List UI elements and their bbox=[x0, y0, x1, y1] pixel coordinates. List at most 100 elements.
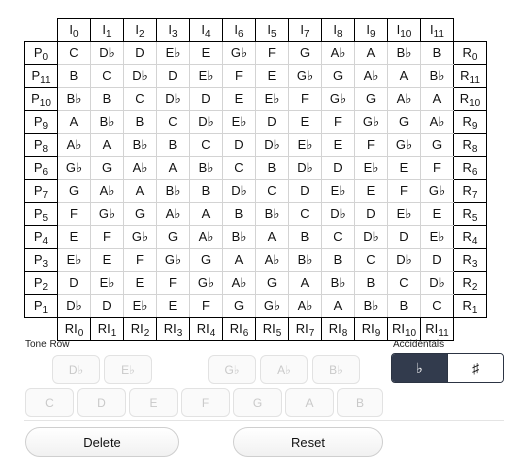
retrograde-label[interactable]: R10 bbox=[453, 87, 487, 111]
retrograde-label[interactable]: R9 bbox=[453, 110, 487, 134]
retrograde-label[interactable]: R5 bbox=[453, 202, 487, 226]
key-a[interactable]: A bbox=[285, 388, 334, 417]
inversion-label[interactable]: I1 bbox=[90, 18, 124, 42]
matrix-cell: B bbox=[387, 294, 421, 318]
key-b[interactable]: B bbox=[337, 388, 383, 417]
matrix-cell: G♭ bbox=[123, 225, 157, 249]
matrix-cell: F bbox=[255, 41, 289, 65]
matrix-cell: C bbox=[156, 110, 190, 134]
key-b-flat[interactable]: B♭ bbox=[312, 355, 360, 384]
retrograde-label[interactable]: R1 bbox=[453, 294, 487, 318]
inversion-label[interactable]: I2 bbox=[123, 18, 157, 42]
retrograde-label[interactable]: R8 bbox=[453, 133, 487, 157]
matrix-cell: E bbox=[222, 87, 256, 111]
matrix-cell: G♭ bbox=[354, 110, 388, 134]
matrix-cell: E bbox=[354, 179, 388, 203]
retrograde-inversion-label[interactable]: RI4 bbox=[189, 317, 223, 341]
flat-toggle-button[interactable]: ♭ bbox=[392, 354, 447, 382]
matrix-cell: D bbox=[123, 41, 157, 65]
matrix-cell: B♭ bbox=[288, 248, 322, 272]
matrix-cell: G♭ bbox=[420, 179, 454, 203]
retrograde-label[interactable]: R4 bbox=[453, 225, 487, 249]
inversion-label[interactable]: I11 bbox=[420, 18, 454, 42]
key-g-flat[interactable]: G♭ bbox=[208, 355, 256, 384]
prime-label[interactable]: P10 bbox=[24, 87, 58, 111]
matrix-cell: D♭ bbox=[90, 41, 124, 65]
prime-label[interactable]: P3 bbox=[24, 248, 58, 272]
matrix-cell: A bbox=[57, 110, 91, 134]
matrix-cell: B♭ bbox=[189, 156, 223, 180]
retrograde-inversion-label[interactable]: RI3 bbox=[156, 317, 190, 341]
retrograde-label[interactable]: R2 bbox=[453, 271, 487, 295]
prime-label[interactable]: P11 bbox=[24, 64, 58, 88]
retrograde-label[interactable]: R7 bbox=[453, 179, 487, 203]
matrix-cell: A bbox=[255, 225, 289, 249]
prime-label[interactable]: P0 bbox=[24, 41, 58, 65]
prime-label[interactable]: P5 bbox=[24, 202, 58, 226]
sharp-toggle-button[interactable]: ♯ bbox=[447, 354, 503, 382]
matrix-cell: E bbox=[255, 64, 289, 88]
prime-label[interactable]: P7 bbox=[24, 179, 58, 203]
key-g[interactable]: G bbox=[233, 388, 282, 417]
reset-button[interactable]: Reset bbox=[233, 427, 383, 457]
inversion-label[interactable]: I6 bbox=[222, 18, 256, 42]
key-f[interactable]: F bbox=[181, 388, 230, 417]
retrograde-label[interactable]: R3 bbox=[453, 248, 487, 272]
retrograde-inversion-label[interactable]: RI5 bbox=[255, 317, 289, 341]
matrix-cell: D bbox=[288, 179, 322, 203]
retrograde-inversion-label[interactable]: RI7 bbox=[288, 317, 322, 341]
inversion-label[interactable]: I9 bbox=[354, 18, 388, 42]
matrix-cell: E bbox=[420, 202, 454, 226]
retrograde-label[interactable]: R11 bbox=[453, 64, 487, 88]
prime-label[interactable]: P6 bbox=[24, 156, 58, 180]
matrix-cell: E bbox=[156, 294, 190, 318]
key-a-flat[interactable]: A♭ bbox=[260, 355, 308, 384]
inversion-label[interactable]: I8 bbox=[321, 18, 355, 42]
matrix-cell: G bbox=[57, 179, 91, 203]
matrix-cell: G bbox=[90, 156, 124, 180]
inversion-label[interactable]: I4 bbox=[189, 18, 223, 42]
prime-label[interactable]: P4 bbox=[24, 225, 58, 249]
prime-label[interactable]: P9 bbox=[24, 110, 58, 134]
retrograde-inversion-label[interactable]: RI8 bbox=[321, 317, 355, 341]
retrograde-label[interactable]: R6 bbox=[453, 156, 487, 180]
corner-blank bbox=[25, 318, 58, 341]
matrix-cell: G♭ bbox=[222, 41, 256, 65]
retrograde-inversion-label[interactable]: RI6 bbox=[222, 317, 256, 341]
matrix-cell: E bbox=[57, 225, 91, 249]
prime-label[interactable]: P8 bbox=[24, 133, 58, 157]
matrix-cell: D bbox=[90, 294, 124, 318]
delete-button[interactable]: Delete bbox=[25, 427, 179, 457]
matrix-cell: G bbox=[189, 248, 223, 272]
prime-label[interactable]: P2 bbox=[24, 271, 58, 295]
retrograde-inversion-label[interactable]: RI0 bbox=[57, 317, 91, 341]
matrix-cell: A♭ bbox=[222, 271, 256, 295]
matrix-cell: B♭ bbox=[156, 179, 190, 203]
retrograde-inversion-label[interactable]: RI10 bbox=[387, 317, 421, 341]
matrix-cell: D bbox=[420, 248, 454, 272]
key-c[interactable]: C bbox=[25, 388, 74, 417]
matrix-cell: B bbox=[189, 179, 223, 203]
retrograde-inversion-label[interactable]: RI2 bbox=[123, 317, 157, 341]
retrograde-label[interactable]: R0 bbox=[453, 41, 487, 65]
inversion-label[interactable]: I3 bbox=[156, 18, 190, 42]
key-d[interactable]: D bbox=[77, 388, 126, 417]
matrix-cell: A♭ bbox=[255, 248, 289, 272]
inversion-label[interactable]: I10 bbox=[387, 18, 421, 42]
retrograde-inversion-label[interactable]: RI11 bbox=[420, 317, 454, 341]
matrix-cell: A♭ bbox=[189, 225, 223, 249]
matrix-cell: D bbox=[255, 110, 289, 134]
matrix-cell: E♭ bbox=[420, 225, 454, 249]
key-d-flat[interactable]: D♭ bbox=[52, 355, 100, 384]
key-e-flat[interactable]: E♭ bbox=[104, 355, 152, 384]
retrograde-inversion-label[interactable]: RI9 bbox=[354, 317, 388, 341]
inversion-label[interactable]: I7 bbox=[288, 18, 322, 42]
matrix-cell: D bbox=[156, 64, 190, 88]
retrograde-inversion-label[interactable]: RI1 bbox=[90, 317, 124, 341]
inversion-label[interactable]: I0 bbox=[57, 18, 91, 42]
inversion-label[interactable]: I5 bbox=[255, 18, 289, 42]
matrix-cell: C bbox=[255, 179, 289, 203]
key-e[interactable]: E bbox=[129, 388, 178, 417]
matrix-cell: E♭ bbox=[57, 248, 91, 272]
prime-label[interactable]: P1 bbox=[24, 294, 58, 318]
